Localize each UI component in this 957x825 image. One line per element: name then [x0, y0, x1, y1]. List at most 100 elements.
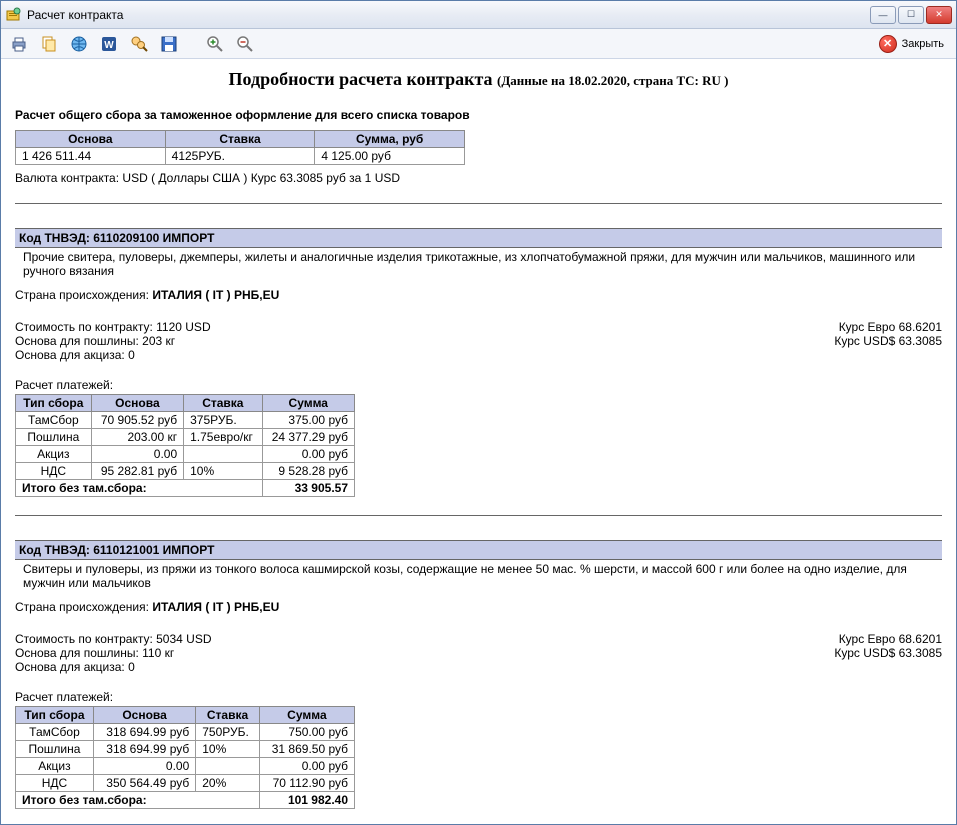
calc-title: Расчет платежей: [15, 690, 942, 704]
calc-h-sum: Сумма [262, 395, 354, 412]
calc-type: ТамСбор [16, 412, 92, 429]
calc-row: ТамСбор 70 905.52 руб 375РУБ. 375.00 руб [16, 412, 355, 429]
calc-base: 0.00 [93, 758, 195, 775]
calc-title: Расчет платежей: [15, 378, 942, 392]
page-title-text: Подробности расчета контракта [229, 69, 493, 89]
excise-base: Основа для акциза: 0 [15, 348, 211, 362]
calc-rate: 10% [184, 463, 262, 480]
calc-total-value: 101 982.40 [259, 792, 354, 809]
calc-sum: 0.00 руб [259, 758, 354, 775]
excise-base: Основа для акциза: 0 [15, 660, 212, 674]
duty-base: Основа для пошлины: 203 кг [15, 334, 211, 348]
calc-rate [184, 446, 262, 463]
close-window-button[interactable]: ✕ [926, 6, 952, 24]
calc-base: 70 905.52 руб [91, 412, 183, 429]
info-row: Стоимость по контракту: 5034 USD Основа … [15, 632, 942, 674]
internet-icon[interactable] [67, 32, 91, 56]
calc-type: Акциз [16, 758, 94, 775]
info-row: Стоимость по контракту: 1120 USD Основа … [15, 320, 942, 362]
origin-value: ИТАЛИЯ ( IT ) РНБ,EU [152, 288, 279, 302]
calc-row: ТамСбор 318 694.99 руб 750РУБ. 750.00 ру… [16, 724, 355, 741]
calc-sum: 24 377.29 руб [262, 429, 354, 446]
calc-row: Пошлина 318 694.99 руб 10% 31 869.50 руб [16, 741, 355, 758]
item-description: Свитеры и пуловеры, из пряжи из тонкого … [15, 560, 942, 594]
euro-rate: Курс Евро 68.6201 [834, 320, 942, 334]
euro-rate: Курс Евро 68.6201 [834, 632, 942, 646]
info-right: Курс Евро 68.6201 Курс USD$ 63.3085 [834, 320, 942, 362]
window-title: Расчет контракта [27, 8, 870, 22]
calc-sum: 375.00 руб [262, 412, 354, 429]
maximize-button[interactable]: ☐ [898, 6, 924, 24]
fee-row: 1 426 511.44 4125РУБ. 4 125.00 руб [16, 148, 465, 165]
search-icon[interactable] [127, 32, 151, 56]
divider [15, 515, 942, 516]
contract-value: Стоимость по контракту: 5034 USD [15, 632, 212, 646]
calc-total-row: Итого без там.сбора: 101 982.40 [16, 792, 355, 809]
titlebar: Расчет контракта — ☐ ✕ [1, 1, 956, 29]
currency-line: Валюта контракта: USD ( Доллары США ) Ку… [15, 171, 942, 185]
calc-total-label: Итого без там.сбора: [16, 792, 260, 809]
zoom-out-icon[interactable] [233, 32, 257, 56]
usd-rate: Курс USD$ 63.3085 [834, 334, 942, 348]
calc-sum: 31 869.50 руб [259, 741, 354, 758]
calc-row: Акциз 0.00 0.00 руб [16, 446, 355, 463]
calc-base: 318 694.99 руб [93, 741, 195, 758]
calc-type: Пошлина [16, 429, 92, 446]
app-icon [5, 7, 21, 23]
window-buttons: — ☐ ✕ [870, 6, 952, 24]
copy-icon[interactable] [37, 32, 61, 56]
calc-base: 350 564.49 руб [93, 775, 195, 792]
fee-section-title: Расчет общего сбора за таможенное оформл… [15, 108, 942, 122]
fee-sum: 4 125.00 руб [315, 148, 465, 165]
page-subtitle: (Данные на 18.02.2020, страна ТС: RU ) [497, 73, 728, 88]
svg-text:W: W [104, 40, 114, 51]
calc-total-label: Итого без там.сбора: [16, 480, 263, 497]
calc-table: Тип сбора Основа Ставка Сумма ТамСбор 70… [15, 394, 355, 497]
calc-h-sum: Сумма [259, 707, 354, 724]
origin-line: Страна происхождения: ИТАЛИЯ ( IT ) РНБ,… [15, 600, 942, 614]
item-description: Прочие свитера, пуловеры, джемперы, жиле… [15, 248, 942, 282]
calc-base: 0.00 [91, 446, 183, 463]
fee-header-base: Основа [16, 131, 166, 148]
content-area[interactable]: Подробности расчета контракта (Данные на… [1, 59, 956, 824]
calc-total-row: Итого без там.сбора: 33 905.57 [16, 480, 355, 497]
info-right: Курс Евро 68.6201 Курс USD$ 63.3085 [834, 632, 942, 674]
calc-base: 95 282.81 руб [91, 463, 183, 480]
print-icon[interactable] [7, 32, 31, 56]
close-label: Закрыть [902, 38, 944, 50]
divider [15, 203, 942, 204]
calc-rate [196, 758, 260, 775]
calc-rate: 750РУБ. [196, 724, 260, 741]
calc-row: Пошлина 203.00 кг 1.75евро/кг 24 377.29 … [16, 429, 355, 446]
tnved-header: Код ТНВЭД: 6110209100 ИМПОРТ [15, 228, 942, 248]
zoom-in-icon[interactable] [203, 32, 227, 56]
toolbar: W ✕ Закрыть [1, 29, 956, 59]
calc-row: НДС 350 564.49 руб 20% 70 112.90 руб [16, 775, 355, 792]
fee-header-rate: Ставка [165, 131, 315, 148]
calc-table: Тип сбора Основа Ставка Сумма ТамСбор 31… [15, 706, 355, 809]
fee-base: 1 426 511.44 [16, 148, 166, 165]
save-icon[interactable] [157, 32, 181, 56]
calc-sum: 750.00 руб [259, 724, 354, 741]
calc-rate: 1.75евро/кг [184, 429, 262, 446]
calc-base: 203.00 кг [91, 429, 183, 446]
fee-header-sum: Сумма, руб [315, 131, 465, 148]
calc-row: НДС 95 282.81 руб 10% 9 528.28 руб [16, 463, 355, 480]
calc-type: НДС [16, 775, 94, 792]
calc-type: Пошлина [16, 741, 94, 758]
calc-sum: 0.00 руб [262, 446, 354, 463]
app-window: Расчет контракта — ☐ ✕ W [0, 0, 957, 825]
origin-label: Страна происхождения: [15, 600, 149, 614]
close-button[interactable]: ✕ Закрыть [873, 33, 950, 55]
calc-h-base: Основа [93, 707, 195, 724]
calc-rate: 375РУБ. [184, 412, 262, 429]
calc-type: ТамСбор [16, 724, 94, 741]
duty-base: Основа для пошлины: 110 кг [15, 646, 212, 660]
tnved-header: Код ТНВЭД: 6110121001 ИМПОРТ [15, 540, 942, 560]
calc-total-value: 33 905.57 [262, 480, 354, 497]
calc-h-type: Тип сбора [16, 395, 92, 412]
calc-base: 318 694.99 руб [93, 724, 195, 741]
calc-h-base: Основа [91, 395, 183, 412]
word-icon[interactable]: W [97, 32, 121, 56]
minimize-button[interactable]: — [870, 6, 896, 24]
